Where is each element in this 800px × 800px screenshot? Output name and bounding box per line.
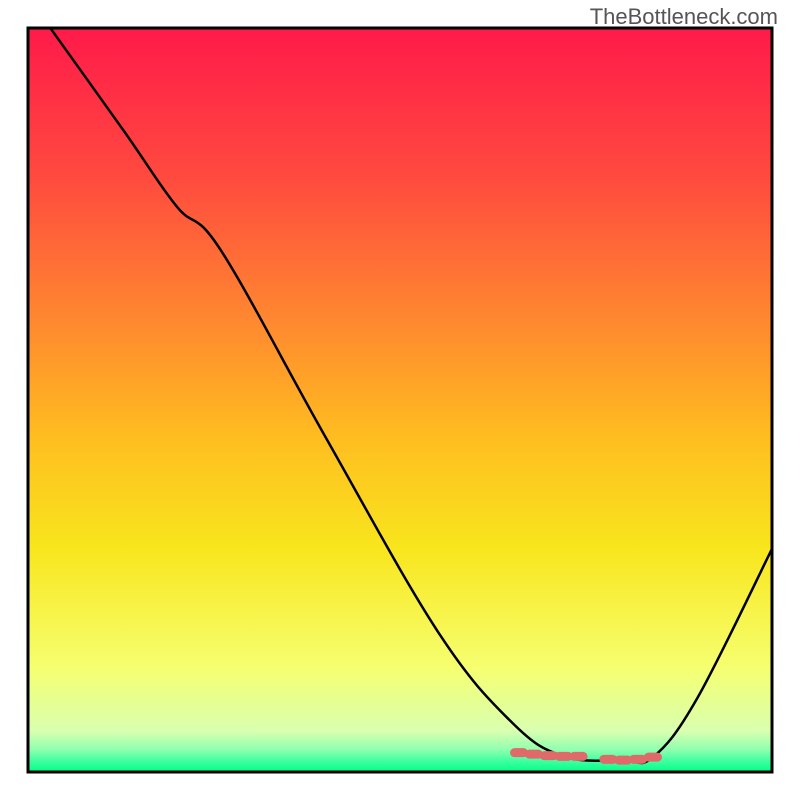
bottleneck-chart: [0, 0, 800, 800]
chart-container: TheBottleneck.com: [0, 0, 800, 800]
optimal-marker: [570, 752, 588, 761]
chart-background-gradient: [28, 28, 772, 772]
watermark-text: TheBottleneck.com: [590, 4, 778, 30]
optimal-marker: [644, 753, 662, 762]
